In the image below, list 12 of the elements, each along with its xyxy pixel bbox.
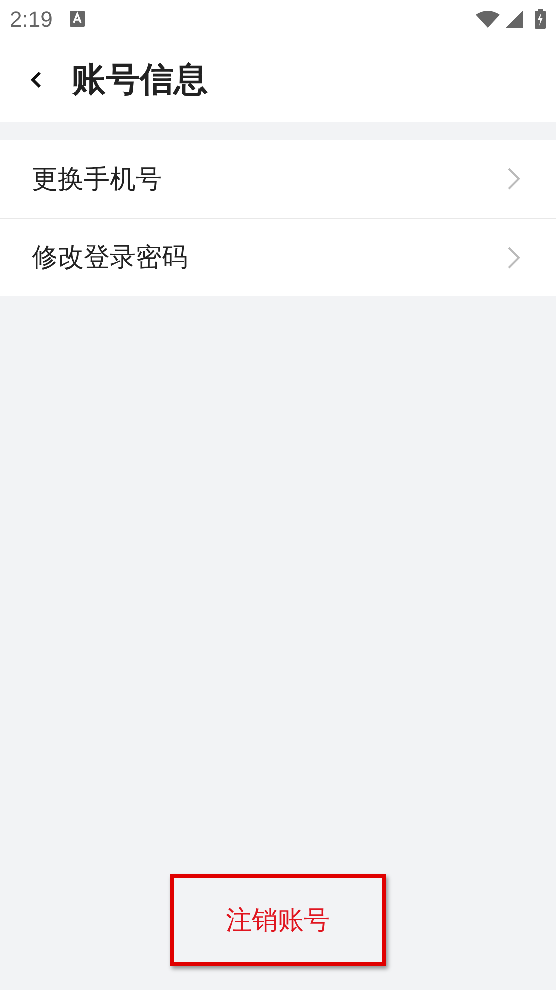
menu-item[interactable]: 更换手机号 [0, 140, 556, 218]
signal-icon [506, 10, 523, 28]
menu-item[interactable]: 修改登录密码 [0, 218, 556, 296]
page-title: 账号信息 [72, 60, 208, 100]
battery-icon [535, 9, 546, 29]
highlighted-button[interactable]: 注销账号 [170, 874, 386, 966]
keyboard-notification-icon [70, 11, 85, 27]
chevron-right-icon [508, 246, 520, 268]
status-time: 2:19 [10, 6, 53, 34]
chevron-right-icon [508, 168, 520, 190]
wifi-icon [476, 10, 500, 28]
back-icon [30, 71, 42, 89]
